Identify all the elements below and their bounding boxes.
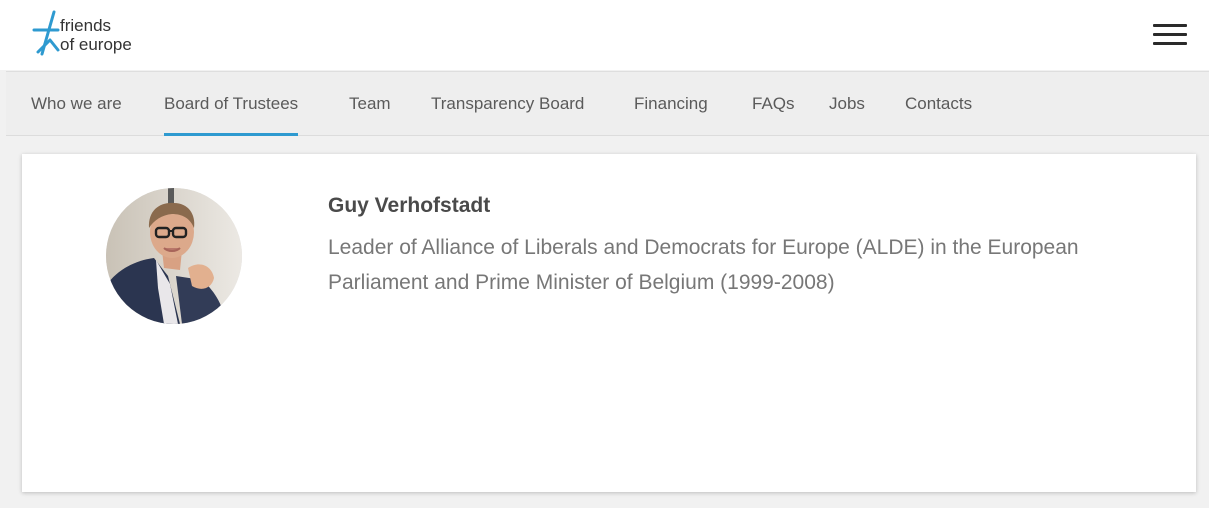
tab-faqs[interactable]: FAQs bbox=[752, 72, 795, 136]
tab-contacts[interactable]: Contacts bbox=[905, 72, 972, 136]
tab-who-we-are[interactable]: Who we are bbox=[31, 72, 122, 136]
logo-text-of-europe: of europe bbox=[60, 35, 132, 54]
tab-financing[interactable]: Financing bbox=[634, 72, 708, 136]
friends-of-europe-logo[interactable]: friends of europe bbox=[32, 10, 172, 60]
tab-board-of-trustees[interactable]: Board of Trustees bbox=[164, 72, 299, 136]
about-nav-tabs: Who we are Board of Trustees Team Transp… bbox=[6, 71, 1209, 136]
tab-transparency-board[interactable]: Transparency Board bbox=[431, 72, 584, 136]
trustee-card: Guy Verhofstadt Leader of Alliance of Li… bbox=[22, 154, 1196, 492]
tab-team[interactable]: Team bbox=[349, 72, 391, 136]
site-header: friends of europe bbox=[0, 0, 1209, 70]
tab-jobs[interactable]: Jobs bbox=[829, 72, 865, 136]
trustee-name: Guy Verhofstadt bbox=[328, 194, 491, 217]
hamburger-menu-icon[interactable] bbox=[1150, 20, 1190, 50]
avatar bbox=[106, 188, 242, 324]
logo-text-friends: friends bbox=[60, 16, 112, 35]
star-logo-icon bbox=[32, 10, 60, 56]
trustee-description: Leader of Alliance of Liberals and Democ… bbox=[328, 236, 1079, 294]
portrait-photo bbox=[106, 188, 242, 324]
